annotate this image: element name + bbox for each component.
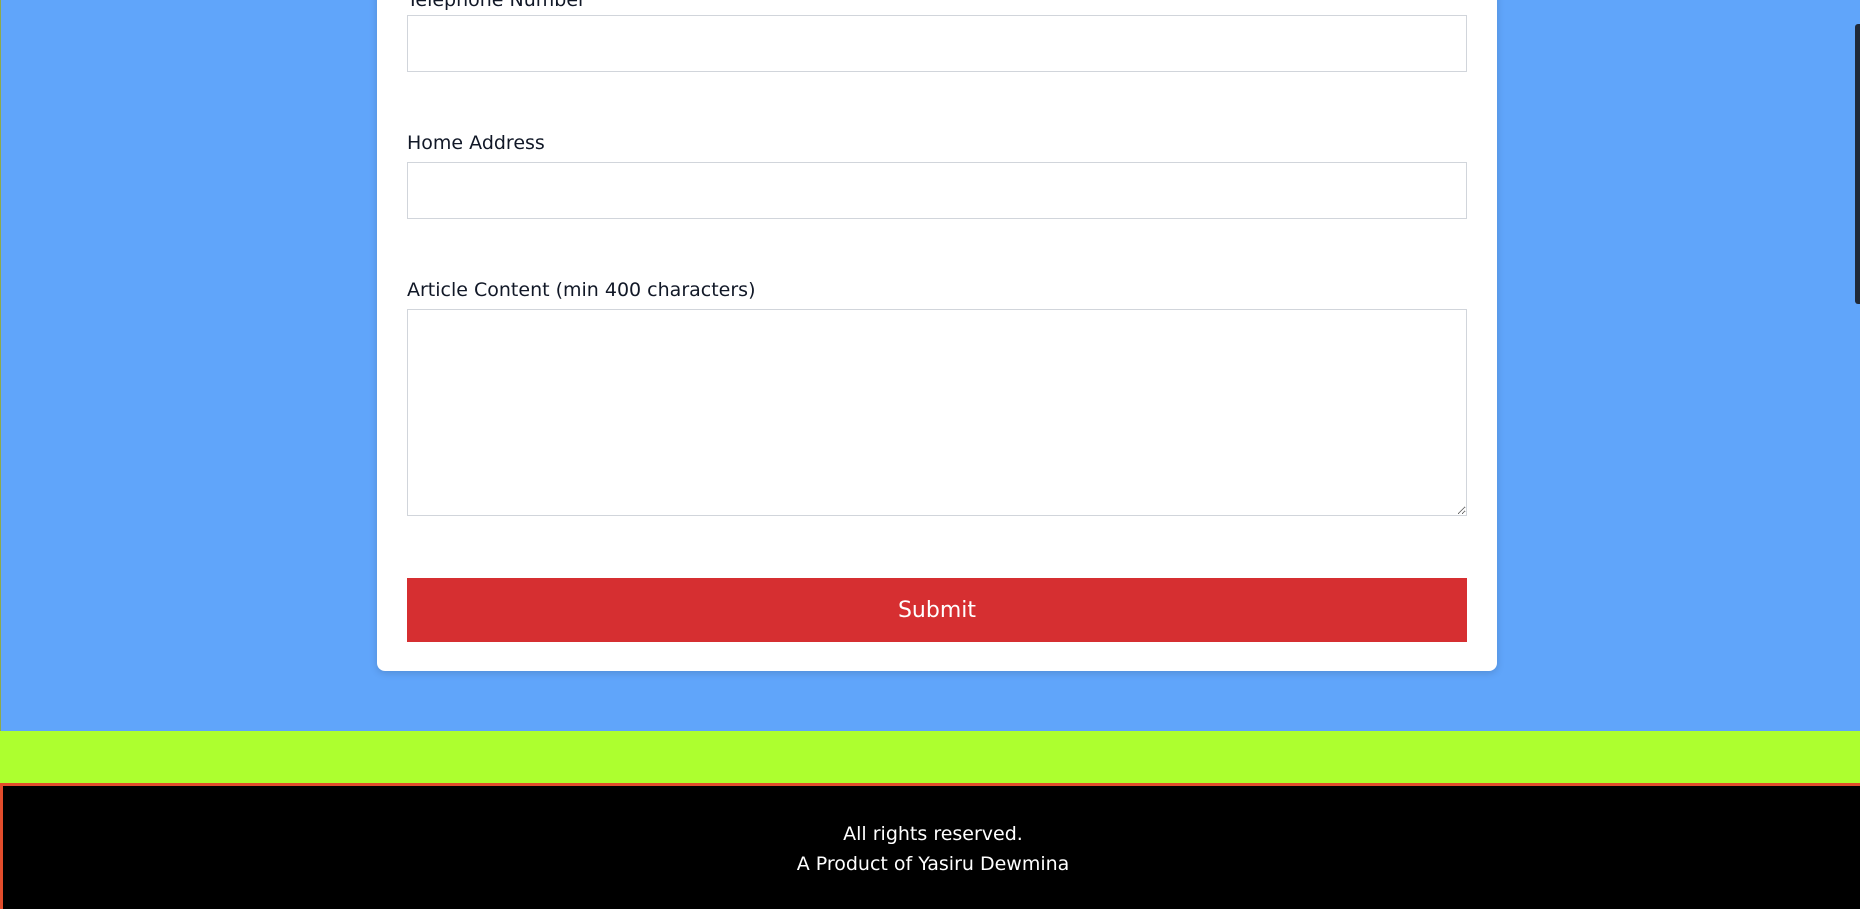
vertical-scrollbar-thumb[interactable] bbox=[1855, 24, 1860, 304]
article-submission-page: Telephone Number Home Address Article Co… bbox=[0, 0, 1860, 909]
left-edge-line bbox=[0, 0, 1, 731]
article-content-label: Article Content (min 400 characters) bbox=[407, 279, 756, 301]
site-footer: All rights reserved. A Product of Yasiru… bbox=[0, 783, 1860, 909]
footer-product-credit: A Product of Yasiru Dewmina bbox=[796, 853, 1070, 875]
home-address-label: Home Address bbox=[407, 132, 545, 154]
lime-separator-band bbox=[0, 731, 1860, 783]
telephone-number-label: Telephone Number bbox=[407, 0, 586, 11]
article-content-textarea[interactable] bbox=[407, 309, 1467, 516]
telephone-number-input[interactable] bbox=[407, 15, 1467, 72]
footer-rights-text: All rights reserved. bbox=[843, 823, 1023, 845]
article-form-card: Telephone Number Home Address Article Co… bbox=[377, 0, 1497, 671]
submit-button[interactable]: Submit bbox=[407, 578, 1467, 642]
home-address-input[interactable] bbox=[407, 162, 1467, 219]
